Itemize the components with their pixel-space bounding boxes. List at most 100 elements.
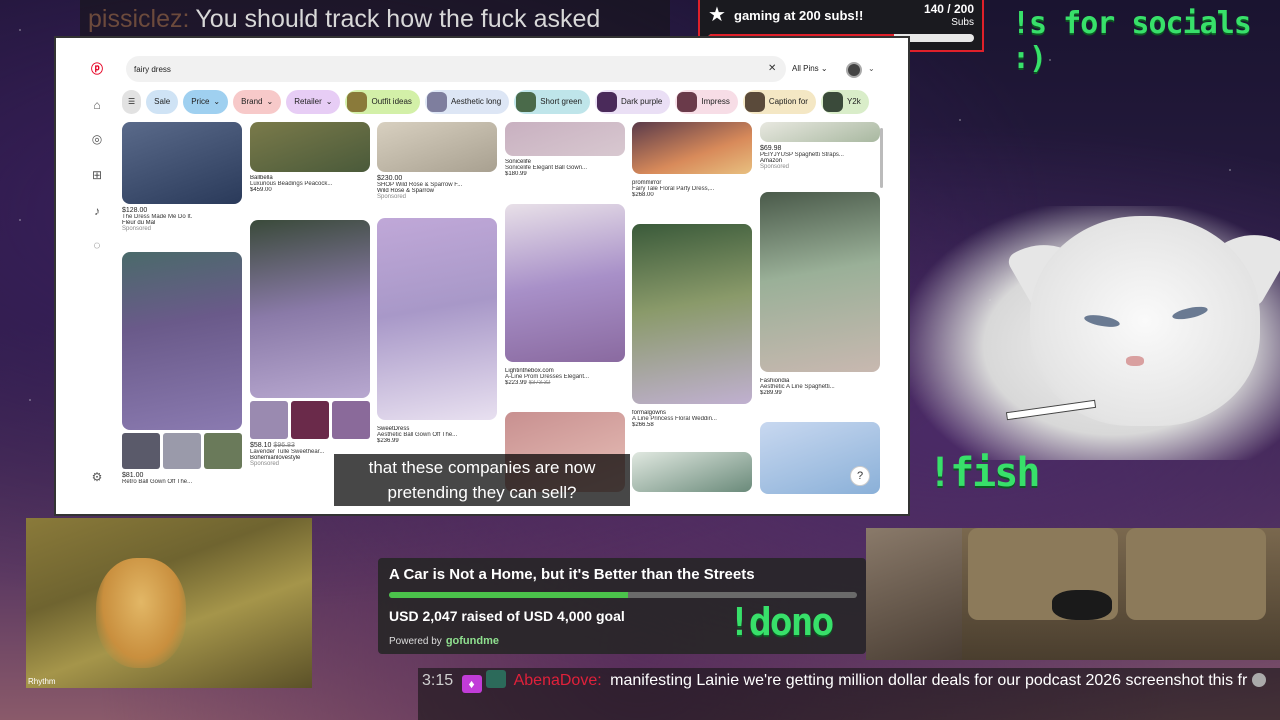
pin-image[interactable] [377,122,497,172]
avatar[interactable] [846,62,862,78]
cat-head [1030,216,1260,426]
pin-card[interactable]: $58.10 $96.83 Lavender Tulle Sweethear...… [250,220,370,467]
all-pins-dropdown[interactable]: All Pins ⌄ [792,64,828,73]
chip-label: Y2k [846,97,861,106]
donation-progress-fill [389,592,628,598]
pin-old-price: $373.32 [528,380,551,386]
pin-card[interactable]: Sonicelife Sonicelife Elegant Ball Gown.… [505,122,625,177]
sub-badge-icon: ♦ [461,675,482,693]
pin-price: $268.00 [632,192,654,198]
thumbnail[interactable] [163,433,201,469]
pin-old-price: $96.83 [273,442,295,449]
help-button[interactable]: ? [850,466,870,486]
chip-caption-for[interactable]: Caption for [742,90,816,114]
pin-card[interactable]: Fashiondia Aesthetic A Line Spaghetti...… [760,192,880,396]
pin-price: $128.00 [122,207,148,214]
pin-image[interactable] [250,122,370,172]
pin-card[interactable]: $128.00 The Dress Made Me Do It. Fleur d… [122,122,242,232]
chip-thumbnail [677,92,698,112]
chip-label: Caption for [768,97,808,106]
chevron-down-icon: ⌄ [213,97,221,106]
filter-settings-chip[interactable]: ☰ [122,90,142,114]
thumbnail[interactable] [122,433,160,469]
chip-thumbnail [744,92,765,112]
chip-aesthetic-long[interactable]: Aesthetic long [424,90,510,114]
socials-command: !s for socials :) [1012,6,1252,76]
pin-card[interactable]: prommirror Fairy Tale Floral Party Dress… [632,122,752,198]
sub-goal-label: gaming at 200 subs!! [734,8,864,23]
thumbnail[interactable] [204,433,242,469]
bottom-chat-message: 3:15 ♦ AbenaDove: manifesting Lainie we'… [418,668,1280,720]
pin-card[interactable]: $81.00 Retro Ball Gown Off The... [122,252,242,485]
rhythm-logo: Rhythm [28,677,56,686]
scrollbar[interactable] [880,128,883,188]
pin-image[interactable] [377,218,497,420]
chip-price[interactable]: Price ⌄ [183,90,229,114]
sub-goal-count: 140 / 200 [923,2,974,16]
couch [962,528,1280,660]
chip-outfit-ideas[interactable]: Outfit ideas [345,90,420,114]
pin-sponsored: Sponsored [760,164,790,170]
thumbnail[interactable] [250,401,288,439]
chip-impress[interactable]: Impress [675,90,738,114]
pin-card[interactable]: Lightinthebox.com A-Line Prom Dresses El… [505,204,625,386]
settings-icon[interactable]: ⚙ [90,470,104,484]
pin-card[interactable] [632,452,752,492]
pin-card[interactable]: formalgowns A Line Princess Floral Weddi… [632,224,752,428]
pin-image[interactable] [760,122,880,142]
pin-image[interactable] [760,192,880,372]
home-icon[interactable]: ⌂ [90,98,104,112]
pin-thumbnails [122,433,242,469]
pin-image[interactable] [632,224,752,404]
chip-dark-purple[interactable]: Dark purple [595,90,671,114]
notifications-icon[interactable]: ♪ [90,204,104,218]
pin-price: $230.00 [377,175,403,182]
chip-sale[interactable]: Sale [146,90,179,114]
thumbnail[interactable] [332,401,370,439]
black-cat [1052,590,1112,620]
clear-search-icon[interactable]: ✕ [768,63,776,74]
donation-title: A Car is Not a Home, but it's Better tha… [389,566,755,583]
chip-short-green[interactable]: Short green [514,90,591,114]
pin-sponsored: Sponsored [122,226,152,232]
explore-icon[interactable]: ◎ [90,132,104,146]
all-pins-label: All Pins [792,64,819,73]
pin-card[interactable]: SweetDress Aesthetic Ball Gown Off The..… [377,218,497,444]
pin-card[interactable]: $230.00 SHOP Wild Rose & Sparrow F... Wi… [377,122,497,200]
donation-progress-bar [389,592,857,598]
chip-label: Outfit ideas [371,97,412,106]
fish-command: !fish [928,450,1040,496]
pinterest-window: ⓟ ⌂ ◎ ⊞ ♪ ◌ ⚙ fairy dress ✕ All Pins ⌄ ⌄… [54,36,910,516]
pin-image[interactable] [122,252,242,430]
pin-card[interactable]: Ballbella Luxurious Beadings Peacock... … [250,122,370,193]
pin-card[interactable]: $69.98 PEIYJYUSP Spaghetti Straps... Ama… [760,122,880,170]
chevron-down-icon[interactable]: ⌄ [868,64,875,73]
chip-y2k[interactable]: Y2k [820,90,869,114]
pin-image[interactable] [505,204,625,362]
chip-retailer[interactable]: Retailer ⌄ [286,90,341,114]
lion-cub-webcam: Rhythm [26,518,312,688]
emote-icon [1251,673,1266,687]
pin-image[interactable] [250,220,370,398]
search-input[interactable]: fairy dress [126,56,786,82]
chip-label: Price [191,97,210,106]
pinterest-logo-icon[interactable]: ⓟ [90,62,104,76]
left-nav: ⓟ ⌂ ◎ ⊞ ♪ ◌ ⚙ [56,38,126,514]
thumbnail[interactable] [291,401,329,439]
pin-image[interactable] [505,122,625,156]
pin-image[interactable] [632,122,752,174]
chip-brand[interactable]: Brand ⌄ [233,90,282,114]
chip-thumbnail [822,92,843,112]
cat-badge-icon [486,670,507,688]
cat-nose [1126,356,1144,366]
pin-price: $223.99 [505,380,527,386]
pin-image[interactable] [122,122,242,204]
create-icon[interactable]: ⊞ [90,168,104,182]
messages-icon[interactable]: ◌ [90,238,104,252]
pin-image[interactable] [632,452,752,492]
chip-thumbnail [426,92,447,112]
pin-price: $289.99 [760,390,782,396]
pin-price: $180.99 [505,171,527,177]
chip-label: Short green [540,97,583,106]
chip-label: Sale [154,97,171,106]
